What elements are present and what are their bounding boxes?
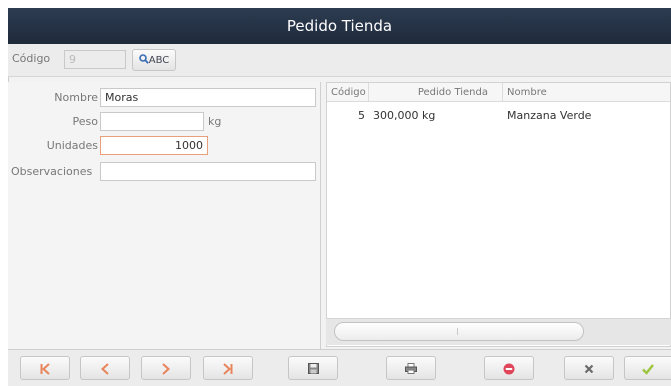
cancel-button[interactable] (564, 356, 614, 380)
print-button[interactable] (386, 356, 436, 380)
first-record-button[interactable] (20, 356, 70, 380)
unidades-label: Unidades (46, 139, 98, 152)
header-row: Código 9 ABC (8, 44, 671, 77)
print-icon (405, 357, 417, 379)
delete-button[interactable] (484, 356, 534, 380)
observaciones-field[interactable] (100, 162, 316, 181)
unidades-field[interactable]: 1000 (100, 136, 208, 155)
first-record-icon (40, 357, 50, 379)
cancel-icon (584, 357, 594, 379)
codigo-field[interactable]: 9 (64, 50, 126, 69)
search-button[interactable]: ABC (132, 49, 176, 71)
last-record-icon (223, 357, 233, 379)
codigo-label: Código (12, 52, 51, 65)
last-record-button[interactable] (203, 356, 253, 380)
search-icon (138, 50, 149, 70)
peso-label: Peso (72, 115, 98, 128)
accept-button[interactable] (624, 356, 671, 380)
peso-unit: kg (208, 115, 222, 128)
previous-record-button[interactable] (80, 356, 130, 380)
save-button[interactable] (288, 356, 338, 380)
search-button-label: ABC (148, 55, 170, 66)
bottom-toolbar (8, 349, 671, 386)
form-panel: Nombre Moras Peso kg Unidades 1000 Obser… (8, 82, 321, 349)
next-record-button[interactable] (141, 356, 191, 380)
peso-field[interactable] (100, 112, 204, 131)
cell-pedido: 300,000 kg (373, 109, 436, 122)
results-table: Código Pedido Tienda Nombre 5 300,000 kg… (326, 82, 671, 347)
scrollbar-grip (457, 328, 458, 335)
window-title: Pedido Tienda (8, 8, 671, 44)
scrollbar-thumb[interactable] (334, 322, 584, 341)
column-header-nombre[interactable]: Nombre (503, 83, 670, 102)
next-record-icon (162, 357, 170, 379)
accept-icon (642, 357, 654, 379)
previous-record-icon (101, 357, 109, 379)
save-icon (307, 357, 319, 379)
column-header-codigo[interactable]: Código (327, 83, 369, 102)
delete-icon (503, 357, 515, 379)
cell-codigo: 5 (358, 109, 365, 122)
horizontal-scrollbar[interactable] (326, 318, 671, 345)
nombre-field[interactable]: Moras (100, 88, 316, 107)
cell-nombre: Manzana Verde (507, 109, 592, 122)
observaciones-label: Observaciones (11, 165, 93, 178)
column-header-pedido[interactable]: Pedido Tienda (369, 83, 503, 102)
nombre-label: Nombre (54, 91, 98, 104)
